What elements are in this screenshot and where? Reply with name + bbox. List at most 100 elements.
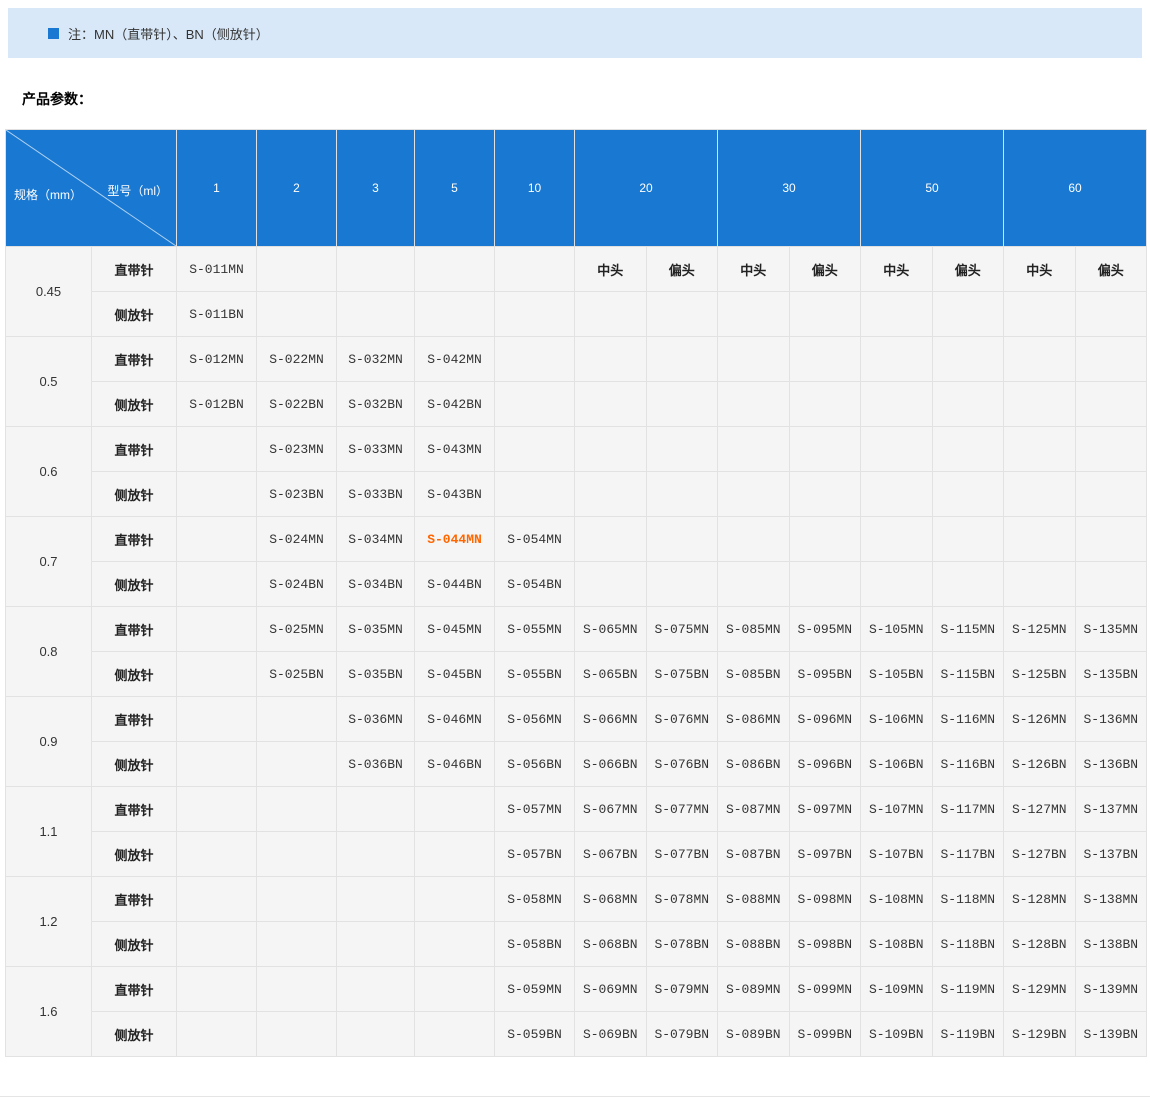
- model-cell: S-119MN: [932, 967, 1004, 1012]
- table-row-0.45-bn: 侧放针S-011BN: [6, 292, 1147, 337]
- model-cell: S-025BN: [257, 652, 337, 697]
- empty-cell: [718, 382, 790, 427]
- empty-cell: [257, 922, 337, 967]
- model-cell: S-035MN: [337, 607, 415, 652]
- empty-cell: [789, 292, 861, 337]
- model-cell: S-128BN: [1004, 922, 1076, 967]
- empty-cell: [932, 427, 1004, 472]
- table-row-0.7-bn: 侧放针S-024BNS-034BNS-044BNS-054BN: [6, 562, 1147, 607]
- empty-cell: [789, 382, 861, 427]
- empty-cell: [718, 472, 790, 517]
- model-cell: S-079BN: [646, 1012, 718, 1057]
- model-cell: S-137BN: [1075, 832, 1147, 877]
- empty-cell: [646, 562, 718, 607]
- model-cell: S-067MN: [575, 787, 647, 832]
- model-cell: S-042BN: [415, 382, 495, 427]
- empty-cell: [257, 742, 337, 787]
- model-cell: S-079MN: [646, 967, 718, 1012]
- empty-cell: [932, 382, 1004, 427]
- model-cell: S-069MN: [575, 967, 647, 1012]
- model-cell: S-058BN: [495, 922, 575, 967]
- model-cell: S-117MN: [932, 787, 1004, 832]
- model-cell: S-109BN: [861, 1012, 933, 1057]
- model-cell: S-125MN: [1004, 607, 1076, 652]
- model-cell: S-118MN: [932, 877, 1004, 922]
- empty-cell: [575, 472, 647, 517]
- empty-cell: [646, 427, 718, 472]
- model-cell: S-125BN: [1004, 652, 1076, 697]
- model-cell: S-085BN: [718, 652, 790, 697]
- table-row-1.1-mn: 1.1直带针S-057MNS-067MNS-077MNS-087MNS-097M…: [6, 787, 1147, 832]
- model-cell: S-105MN: [861, 607, 933, 652]
- needle-type-cell: 直带针: [92, 517, 177, 562]
- model-cell: S-046BN: [415, 742, 495, 787]
- table-row-1.2-bn: 侧放针S-058BNS-068BNS-078BNS-088BNS-098BNS-…: [6, 922, 1147, 967]
- empty-cell: [337, 247, 415, 292]
- needle-type-cell: 直带针: [92, 607, 177, 652]
- model-cell: S-088MN: [718, 877, 790, 922]
- model-cell: S-117BN: [932, 832, 1004, 877]
- model-cell: S-036MN: [337, 697, 415, 742]
- empty-cell: [1004, 292, 1076, 337]
- column-header-1ml: 1: [177, 130, 257, 247]
- empty-cell: [932, 517, 1004, 562]
- highlighted-model-cell[interactable]: S-044MN: [415, 517, 495, 562]
- empty-cell: [932, 472, 1004, 517]
- needle-type-cell: 直带针: [92, 877, 177, 922]
- model-cell: S-107BN: [861, 832, 933, 877]
- empty-cell: [337, 877, 415, 922]
- needle-type-cell: 直带针: [92, 967, 177, 1012]
- empty-cell: [177, 742, 257, 787]
- empty-cell: [861, 337, 933, 382]
- model-cell: S-011MN: [177, 247, 257, 292]
- empty-cell: [646, 517, 718, 562]
- section-title: 产品参数：: [22, 89, 1150, 109]
- model-cell: S-087MN: [718, 787, 790, 832]
- spec-cell: 1.6: [6, 967, 92, 1057]
- model-cell: S-057BN: [495, 832, 575, 877]
- model-cell: S-057MN: [495, 787, 575, 832]
- model-cell: S-126BN: [1004, 742, 1076, 787]
- model-cell: S-126MN: [1004, 697, 1076, 742]
- model-cell: S-056MN: [495, 697, 575, 742]
- empty-cell: [1075, 292, 1147, 337]
- model-cell: S-055MN: [495, 607, 575, 652]
- model-cell: S-059BN: [495, 1012, 575, 1057]
- empty-cell: [495, 472, 575, 517]
- model-cell: S-106BN: [861, 742, 933, 787]
- model-cell: S-096MN: [789, 697, 861, 742]
- needle-type-cell: 侧放针: [92, 292, 177, 337]
- needle-type-cell: 直带针: [92, 787, 177, 832]
- model-cell: S-045BN: [415, 652, 495, 697]
- model-cell: S-127BN: [1004, 832, 1076, 877]
- empty-cell: [1004, 472, 1076, 517]
- needle-type-cell: 侧放针: [92, 1012, 177, 1057]
- model-cell: S-095BN: [789, 652, 861, 697]
- head-style-subheader-cell: 中头: [718, 247, 790, 292]
- empty-cell: [495, 382, 575, 427]
- empty-cell: [177, 652, 257, 697]
- empty-cell: [646, 382, 718, 427]
- empty-cell: [861, 472, 933, 517]
- empty-cell: [932, 337, 1004, 382]
- model-cell: S-095MN: [789, 607, 861, 652]
- column-header-3ml: 3: [337, 130, 415, 247]
- model-cell: S-096BN: [789, 742, 861, 787]
- model-cell: S-065MN: [575, 607, 647, 652]
- table-row-1.2-mn: 1.2直带针S-058MNS-068MNS-078MNS-088MNS-098M…: [6, 877, 1147, 922]
- needle-type-cell: 侧放针: [92, 652, 177, 697]
- model-cell: S-138MN: [1075, 877, 1147, 922]
- empty-cell: [932, 562, 1004, 607]
- model-cell: S-099BN: [789, 1012, 861, 1057]
- empty-cell: [1075, 517, 1147, 562]
- empty-cell: [1075, 337, 1147, 382]
- empty-cell: [337, 967, 415, 1012]
- model-cell: S-107MN: [861, 787, 933, 832]
- empty-cell: [861, 562, 933, 607]
- column-header-20ml: 20: [575, 130, 718, 247]
- model-cell: S-011BN: [177, 292, 257, 337]
- needle-type-cell: 侧放针: [92, 922, 177, 967]
- model-cell: S-129BN: [1004, 1012, 1076, 1057]
- empty-cell: [646, 472, 718, 517]
- model-cell: S-035BN: [337, 652, 415, 697]
